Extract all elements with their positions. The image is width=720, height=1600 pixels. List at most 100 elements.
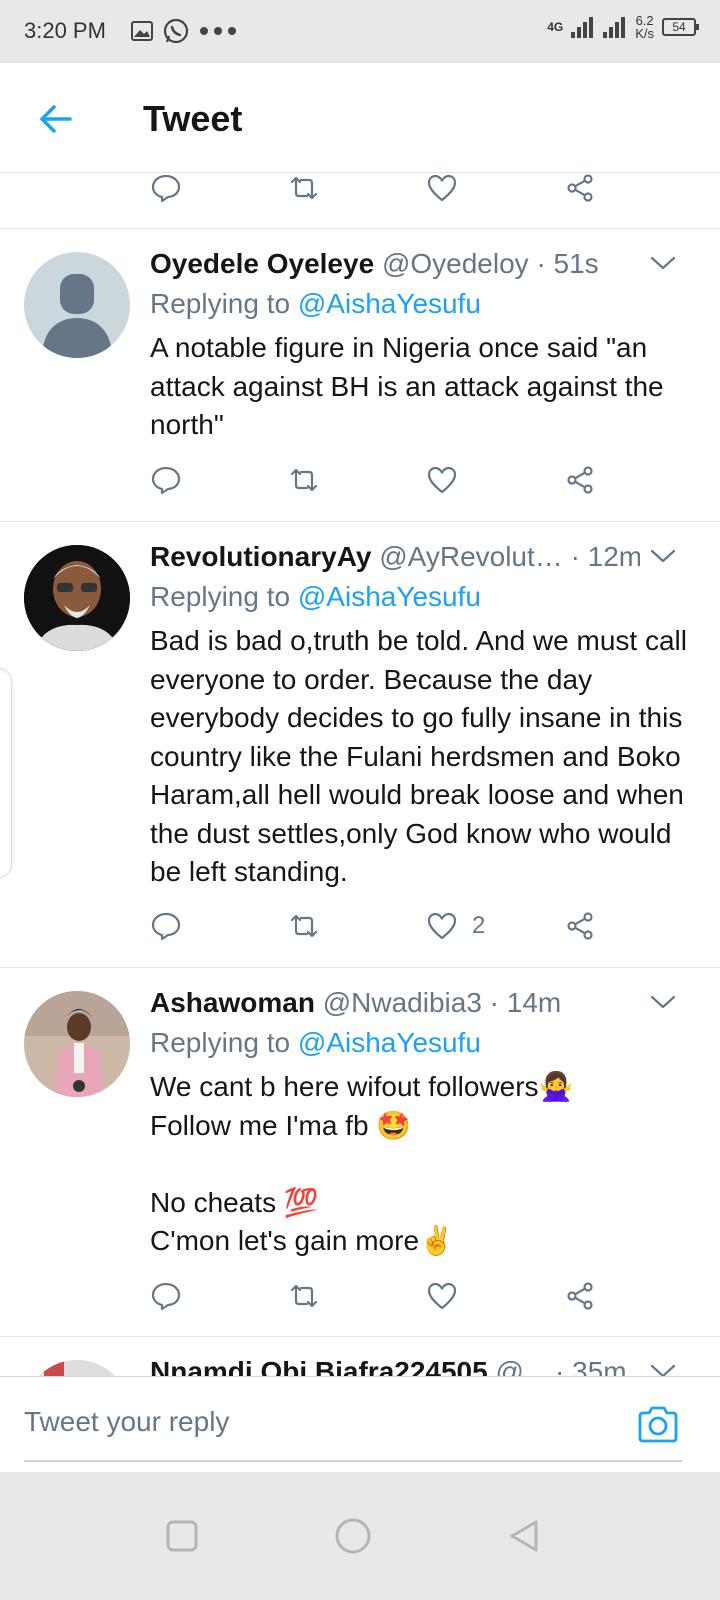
- like-button[interactable]: [426, 1276, 472, 1316]
- like-button[interactable]: [426, 174, 458, 208]
- replying-prefix: Replying to: [150, 288, 298, 319]
- reply-icon: [151, 174, 181, 203]
- tweet-item[interactable]: Ashawoman @Nwadibia3 · 14m Replying to @…: [0, 968, 720, 1336]
- tweet-time: · 14m: [489, 987, 562, 1018]
- circle-icon: [335, 1518, 371, 1554]
- tweet-item[interactable]: RevolutionaryAy @AyRevolut… · 12m Replyi…: [0, 522, 720, 967]
- reply-button[interactable]: [150, 460, 182, 500]
- default-avatar-icon: [42, 274, 112, 358]
- whatsapp-icon: [163, 18, 189, 44]
- avatar[interactable]: [24, 991, 130, 1097]
- reply-button[interactable]: [150, 174, 182, 208]
- retweet-icon: [290, 914, 318, 938]
- tweet-time: · 35m: [555, 1356, 627, 1376]
- mention-link[interactable]: @AishaYesufu: [298, 1027, 481, 1058]
- recents-button[interactable]: [154, 1508, 210, 1564]
- retweet-button[interactable]: [288, 906, 320, 946]
- author-handle[interactable]: @Nwadibia3: [323, 987, 482, 1018]
- input-underline: [24, 1460, 682, 1462]
- retweet-button[interactable]: [288, 1276, 320, 1316]
- like-count: 2: [472, 912, 486, 939]
- tweet-header: RevolutionaryAy @AyRevolut… · 12m: [150, 537, 640, 577]
- like-button[interactable]: 2: [426, 906, 485, 946]
- heart-icon: [427, 174, 457, 202]
- share-icon: [567, 912, 593, 940]
- camera-button[interactable]: [636, 1403, 680, 1447]
- tweet-actions: [150, 174, 620, 208]
- triangle-back-icon: [510, 1520, 538, 1552]
- heart-icon: [427, 1282, 457, 1310]
- avatar[interactable]: [24, 252, 130, 358]
- avatar[interactable]: [24, 1360, 130, 1376]
- tweet-actions: [150, 1276, 620, 1316]
- retweet-button[interactable]: [288, 460, 320, 500]
- status-bar: 3:20 PM 4G 6.2 K/s 54: [0, 0, 720, 63]
- system-nav-bar: [0, 1472, 720, 1600]
- tweet-header: Ashawoman @Nwadibia3 · 14m: [150, 983, 640, 1023]
- reply-button[interactable]: [150, 1276, 182, 1316]
- author-name[interactable]: Nnamdi Obi Biafra224505: [150, 1356, 488, 1376]
- retweet-button[interactable]: [288, 174, 320, 208]
- author-handle[interactable]: @AyRevolut…: [379, 541, 563, 572]
- tweet-actions: [150, 460, 620, 500]
- author-handle[interactable]: @...: [495, 1356, 547, 1376]
- share-button[interactable]: [564, 174, 596, 208]
- square-icon: [166, 1520, 198, 1552]
- retweet-icon: [290, 176, 318, 200]
- share-icon: [567, 466, 593, 494]
- replying-prefix: Replying to: [150, 581, 298, 612]
- signal-icon-2: [603, 17, 626, 38]
- replying-prefix: Replying to: [150, 1027, 298, 1058]
- home-button[interactable]: [325, 1508, 381, 1564]
- tweet-text: A notable figure in Nigeria once said "a…: [150, 332, 672, 440]
- back-arrow-icon: [40, 105, 72, 133]
- notification-icons: [130, 17, 238, 45]
- user-photo-icon: [24, 991, 130, 1097]
- status-indicators: 4G 6.2 K/s 54: [547, 14, 699, 40]
- avatar[interactable]: [24, 545, 130, 651]
- network-type: 4G: [547, 20, 564, 34]
- reply-button[interactable]: [150, 906, 182, 946]
- chevron-down-icon[interactable]: [648, 248, 678, 278]
- user-photo-icon: [24, 545, 130, 651]
- author-handle[interactable]: @Oyedeloy: [382, 248, 529, 279]
- mention-link[interactable]: @AishaYesufu: [298, 581, 481, 612]
- share-icon: [567, 1282, 593, 1310]
- reply-icon: [151, 466, 181, 495]
- reply-icon: [151, 1282, 181, 1311]
- chevron-down-icon[interactable]: [648, 1356, 678, 1376]
- tweet-time: · 12m: [570, 541, 640, 572]
- edge-panel-handle[interactable]: [0, 668, 12, 878]
- replying-to: Replying to @AishaYesufu: [150, 1023, 481, 1063]
- tweet-feed[interactable]: Oyedele Oyeleye @Oyedeloy · 51s Replying…: [0, 174, 720, 1376]
- speed-unit: K/s: [635, 26, 654, 41]
- back-button[interactable]: [34, 97, 78, 141]
- page-title: Tweet: [143, 98, 243, 139]
- network-speed: 6.2 K/s: [635, 14, 654, 40]
- chevron-down-icon[interactable]: [648, 541, 678, 571]
- reply-composer: [0, 1376, 720, 1472]
- chevron-down-icon[interactable]: [648, 987, 678, 1017]
- author-name[interactable]: RevolutionaryAy: [150, 541, 371, 572]
- reply-input[interactable]: [24, 1399, 604, 1445]
- share-icon: [567, 174, 593, 202]
- mention-link[interactable]: @AishaYesufu: [298, 288, 481, 319]
- heart-icon: [427, 466, 457, 494]
- gallery-icon: [131, 21, 153, 41]
- author-name[interactable]: Oyedele Oyeleye: [150, 248, 374, 279]
- tweet-text: Bad is bad o,truth be told. And we must …: [150, 625, 695, 887]
- header: Tweet: [0, 63, 720, 173]
- share-button[interactable]: [564, 460, 596, 500]
- author-name[interactable]: Ashawoman: [150, 987, 315, 1018]
- share-button[interactable]: [564, 906, 596, 946]
- tweet-item[interactable]: Oyedele Oyeleye @Oyedeloy · 51s Replying…: [0, 229, 720, 521]
- tweet-item[interactable]: Nnamdi Obi Biafra224505 @... · 35m: [0, 1337, 720, 1376]
- tweet-time: · 51s: [536, 248, 599, 279]
- tweet-header: Oyedele Oyeleye @Oyedeloy · 51s: [150, 244, 640, 284]
- like-button[interactable]: [426, 460, 472, 500]
- status-time: 3:20 PM: [24, 18, 106, 43]
- share-button[interactable]: [564, 1276, 596, 1316]
- signal-icon-1: [571, 17, 594, 38]
- back-nav-button[interactable]: [496, 1508, 552, 1564]
- retweet-icon: [290, 1284, 318, 1308]
